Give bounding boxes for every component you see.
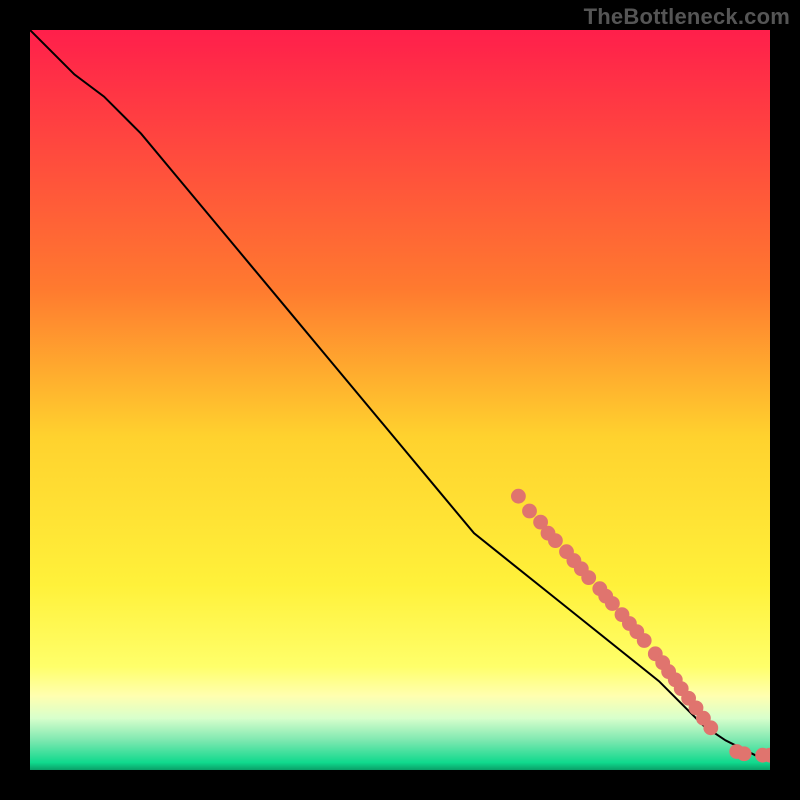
watermark: TheBottleneck.com [584,4,790,30]
marker-point [522,504,537,519]
marker-point [737,746,752,761]
chart-stage: TheBottleneck.com [0,0,800,800]
marker-point [703,720,718,735]
marker-point [581,570,596,585]
marker-point [548,533,563,548]
marker-point [511,489,526,504]
plot-area [30,30,770,770]
marker-point [637,633,652,648]
plot-svg [30,30,770,770]
